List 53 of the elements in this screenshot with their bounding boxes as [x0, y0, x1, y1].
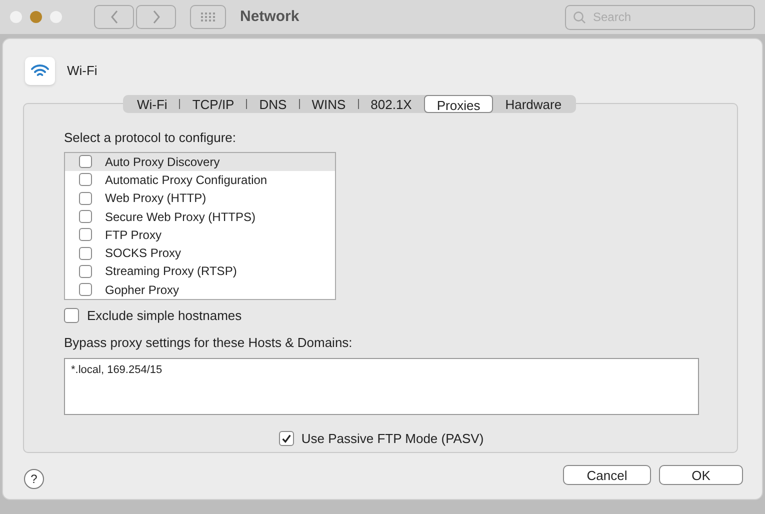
protocol-label: Auto Proxy Discovery — [105, 154, 220, 171]
checkbox[interactable] — [79, 155, 92, 168]
interface-title: Wi-Fi — [67, 62, 98, 80]
grid-icon — [200, 12, 216, 22]
protocol-row[interactable]: FTP Proxy — [65, 226, 335, 244]
checkbox[interactable] — [79, 246, 92, 260]
checkbox[interactable] — [79, 210, 92, 224]
protocol-label: Streaming Proxy (RTSP) — [105, 263, 237, 280]
tab[interactable]: WINS — [300, 95, 358, 113]
checkbox[interactable] — [79, 192, 92, 205]
window-minimize-icon[interactable] — [30, 11, 42, 23]
protocol-label: Automatic Proxy Configuration — [105, 172, 268, 189]
checkbox-label: Exclude simple hostnames — [87, 306, 242, 325]
tab[interactable]: Wi-Fi — [125, 95, 180, 113]
section-label: Bypass proxy settings for these Hosts & Domains: — [64, 334, 354, 352]
protocol-label: SOCKS Proxy — [105, 245, 182, 262]
protocol-label: Secure Web Proxy (HTTPS) — [105, 208, 256, 226]
checkbox[interactable] — [79, 283, 92, 296]
search-icon — [573, 10, 586, 24]
protocol-row[interactable]: Auto Proxy Discovery — [65, 152, 335, 171]
protocol-row[interactable]: Web Proxy (HTTP) — [65, 189, 335, 208]
protocol-row[interactable]: Automatic Proxy Configuration — [65, 170, 335, 190]
protocol-row[interactable]: Gopher Proxy — [65, 280, 335, 299]
protocol-label: FTP Proxy — [105, 226, 162, 244]
back-button[interactable] — [94, 5, 134, 29]
bypass-field[interactable]: *.local, 169.254/15 — [64, 358, 699, 415]
window-title: Network — [240, 6, 300, 27]
chevron-right-icon — [152, 10, 160, 24]
grid-button[interactable] — [190, 5, 226, 29]
help-button[interactable]: ? — [24, 469, 44, 489]
tab[interactable]: Proxies — [424, 95, 494, 113]
protocol-row[interactable]: Secure Web Proxy (HTTPS) — [65, 207, 335, 226]
tab[interactable]: TCP/IP — [180, 95, 246, 113]
forward-button[interactable] — [136, 5, 176, 29]
checkbox[interactable] — [79, 264, 92, 278]
tab[interactable]: 802.1X — [358, 95, 424, 113]
chevron-left-icon — [110, 10, 118, 24]
dialog-button[interactable]: OK — [659, 465, 743, 485]
protocol-label: Gopher Proxy — [105, 282, 180, 299]
wifi-icon — [25, 57, 55, 85]
protocol-label: Web Proxy (HTTP) — [105, 190, 206, 208]
checkbox[interactable] — [79, 173, 92, 186]
dialog-button[interactable]: Cancel — [563, 465, 651, 485]
checkmark-icon — [281, 433, 292, 444]
section-label: Select a protocol to configure: — [64, 129, 237, 147]
tab[interactable]: Hardware — [493, 95, 574, 113]
checkbox[interactable] — [279, 431, 294, 446]
tab[interactable]: DNS — [247, 95, 299, 113]
checkbox[interactable] — [64, 308, 79, 324]
checkbox[interactable] — [79, 228, 92, 242]
protocol-row[interactable]: SOCKS Proxy — [65, 244, 335, 262]
protocol-row[interactable]: Streaming Proxy (RTSP) — [65, 262, 335, 281]
checkbox-label: Use Passive FTP Mode (PASV) — [301, 430, 484, 448]
